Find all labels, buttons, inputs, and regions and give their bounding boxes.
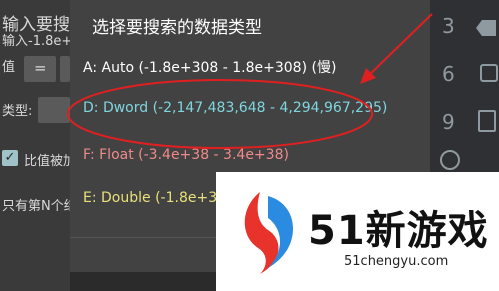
keypad-key-9[interactable]: 9 — [442, 110, 455, 134]
bg-type-label: 类型: — [2, 104, 33, 119]
bg-checkbox[interactable]: ✓ — [2, 150, 18, 166]
dialog-title: 选择要搜索的数据类型 — [92, 18, 262, 38]
bg-value-label: 值 — [2, 60, 16, 75]
bg-value-field[interactable] — [60, 56, 70, 82]
bg-range-text: 输入-1.8e+ — [2, 34, 73, 49]
option-dword[interactable]: D: Dword (-2,147,483,648 - 4,294,967,295… — [83, 100, 387, 116]
watermark-logo: 51新游戏 51chengyu.com — [216, 172, 499, 291]
bg-equals: = — [34, 59, 47, 77]
keypad-key-3[interactable]: 3 — [442, 14, 455, 38]
bg-type-field[interactable] — [38, 97, 70, 123]
option-auto[interactable]: A: Auto (-1.8e+308 - 1.8e+308) (慢) — [83, 57, 336, 77]
hex-toggle-icon[interactable] — [480, 64, 498, 82]
option-float[interactable]: F: Float (-3.4e+38 - 3.4e+38) — [83, 147, 289, 163]
bg-note: 只有第N个结 — [2, 199, 77, 214]
keypad-key-6[interactable]: 6 — [442, 62, 455, 86]
brand-logo-icon — [244, 192, 294, 274]
watermark-url: 51chengyu.com — [344, 254, 449, 269]
bg-checkbox-label: 比值被加 — [24, 154, 77, 169]
watermark-title: 51新游戏 — [308, 208, 489, 254]
history-icon[interactable] — [440, 150, 460, 170]
clipboard-icon[interactable] — [478, 110, 496, 132]
